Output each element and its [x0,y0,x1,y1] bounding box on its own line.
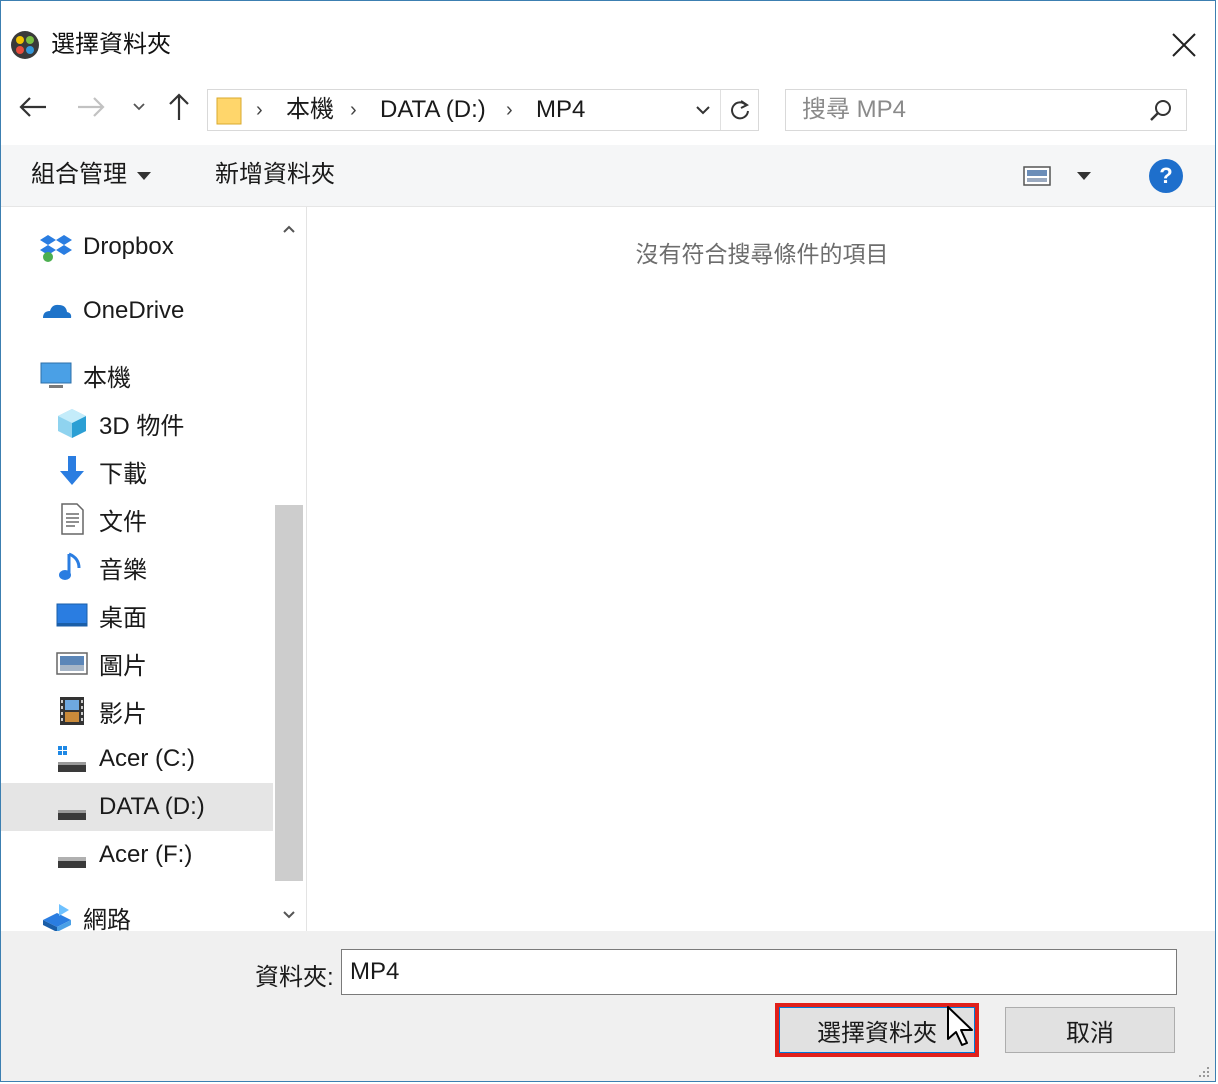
window-title: 選擇資料夾 [51,31,171,58]
back-arrow-icon [19,97,46,117]
up-button[interactable] [159,87,199,127]
forward-arrow-icon [78,97,105,117]
up-arrow-icon [169,93,189,120]
nav-item-label: Dropbox [83,233,174,260]
address-dropdown-button[interactable] [686,90,720,130]
mouse-cursor-icon [945,1005,975,1049]
breadcrumb-this-pc[interactable]: 本機 [286,90,334,130]
nav-item-3d-objects[interactable]: 3D 物件 [1,399,273,447]
videos-icon [55,694,89,728]
scroll-up-button[interactable] [273,211,305,247]
search-icon[interactable] [1144,90,1178,130]
chevron-down-icon [283,911,295,919]
breadcrumb-separator: › [256,99,263,121]
nav-item-label: 音樂 [99,556,147,584]
address-bar[interactable]: › 本機 › DATA (D:) › MP4 [207,89,759,131]
dropbox-icon [39,230,73,264]
organize-menu[interactable]: 組合管理 [31,145,151,205]
select-folder-dialog: 選擇資料夾 › 本機 › DATA (D:) › MP4 搜尋 MP4 組合管理… [0,0,1216,1082]
command-bar: 組合管理 新增資料夾 ? [1,145,1215,207]
folder-icon [216,96,244,126]
forward-button[interactable] [71,87,111,127]
navigation-pane: Dropbox OneDrive 本機 3D 物件 下載 文件 音樂 桌面 圖片… [1,207,307,934]
new-folder-button[interactable]: 新增資料夾 [215,145,335,205]
nav-item-label: 網路 [83,906,131,934]
chevron-down-icon [696,106,710,115]
folder-name-input[interactable] [341,949,1177,995]
scroll-thumb[interactable] [275,505,303,881]
change-view-button[interactable] [1023,159,1103,193]
nav-item-videos[interactable]: 影片 [1,687,273,735]
organize-label: 組合管理 [31,161,127,188]
nav-item-desktop[interactable]: 桌面 [1,591,273,639]
drive-f-icon [55,838,89,872]
nav-item-label: DATA (D:) [99,793,205,820]
nav-item-drive-d[interactable]: DATA (D:) [1,783,273,831]
drive-c-icon [55,742,89,776]
desktop-icon [55,598,89,632]
nav-item-pictures[interactable]: 圖片 [1,639,273,687]
caret-down-icon [137,171,151,180]
close-icon [1172,33,1196,57]
nav-item-label: 圖片 [99,652,147,680]
view-icon [1023,166,1051,186]
chevron-down-icon [133,103,145,111]
refresh-icon [730,100,749,120]
search-placeholder: 搜尋 MP4 [802,96,907,123]
breadcrumb-separator: › [506,99,513,121]
3d-objects-icon [55,406,89,440]
nav-item-onedrive[interactable]: OneDrive [1,287,273,335]
onedrive-icon [39,294,73,328]
chevron-up-icon [283,225,295,233]
dialog-footer: 資料夾: 選擇資料夾 取消 [1,931,1215,1081]
music-icon [55,550,89,584]
network-icon [39,900,73,934]
nav-item-label: 本機 [83,364,131,392]
nav-item-label: 影片 [99,700,147,728]
address-row: › 本機 › DATA (D:) › MP4 搜尋 MP4 [1,85,1215,145]
search-box[interactable]: 搜尋 MP4 [785,89,1187,131]
nav-item-label: OneDrive [83,297,185,324]
nav-item-documents[interactable]: 文件 [1,495,273,543]
breadcrumb-data-d[interactable]: DATA (D:) [380,90,486,130]
nav-scrollbar[interactable] [273,207,305,931]
refresh-button[interactable] [720,90,758,130]
recent-locations-button[interactable] [121,87,157,127]
drive-d-icon [55,790,89,824]
resize-grip-icon[interactable] [1195,1063,1211,1079]
downloads-icon [55,454,89,488]
app-icon [9,29,41,61]
file-list-pane[interactable]: 沒有符合搜尋條件的項目 [307,207,1215,931]
cancel-button[interactable]: 取消 [1005,1007,1175,1053]
nav-item-label: 3D 物件 [99,412,185,440]
nav-item-label: 文件 [99,508,147,536]
nav-item-label: 下載 [99,460,147,488]
nav-item-drive-f[interactable]: Acer (F:) [1,831,273,879]
nav-item-label: Acer (F:) [99,841,193,868]
nav-item-label: Acer (C:) [99,745,195,772]
title-bar: 選擇資料夾 [1,1,1215,85]
pictures-icon [55,646,89,680]
nav-item-this-pc[interactable]: 本機 [1,351,273,399]
close-button[interactable] [1153,17,1215,73]
nav-item-music[interactable]: 音樂 [1,543,273,591]
caret-down-icon [1077,172,1091,180]
nav-item-dropbox[interactable]: Dropbox [1,223,273,271]
nav-item-drive-c[interactable]: Acer (C:) [1,735,273,783]
this-pc-icon [39,358,73,392]
documents-icon [55,502,89,536]
breadcrumb-separator: › [350,99,357,121]
breadcrumb-mp4[interactable]: MP4 [536,90,585,130]
back-button[interactable] [13,87,53,127]
folder-label: 資料夾: [255,964,334,991]
nav-item-downloads[interactable]: 下載 [1,447,273,495]
scroll-down-button[interactable] [273,897,305,933]
empty-message: 沒有符合搜尋條件的項目 [635,241,889,267]
nav-item-label: 桌面 [99,604,147,632]
help-button[interactable]: ? [1149,159,1183,193]
